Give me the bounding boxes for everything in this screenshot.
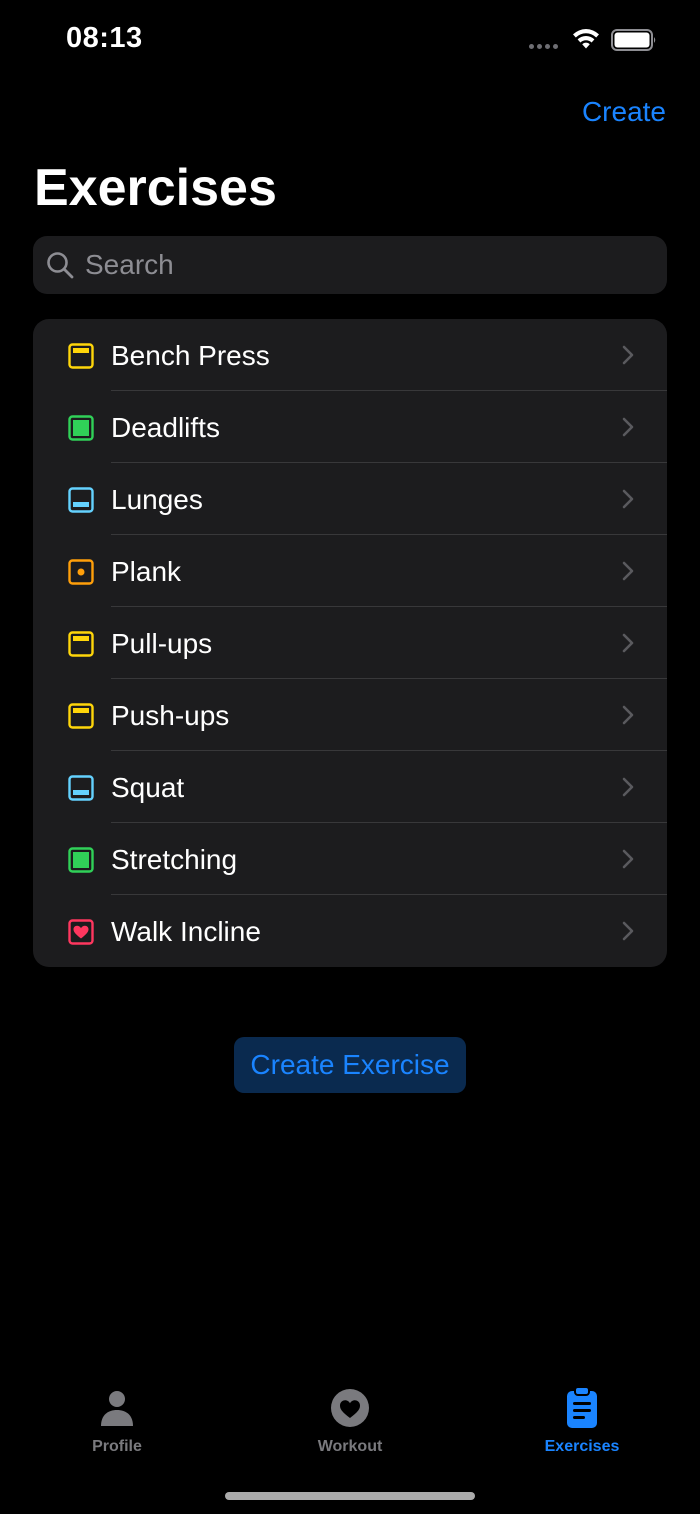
exercise-label: Push-ups	[111, 700, 230, 731]
wifi-icon	[573, 29, 599, 49]
chevron-right-icon	[622, 633, 634, 653]
signal-dots-icon	[529, 44, 558, 49]
green-filled-square-icon	[68, 415, 94, 441]
exercise-list: Bench Press Deadlifts Lunges Plank Pull-…	[33, 319, 667, 967]
tab-label: Exercises	[544, 1438, 620, 1455]
exercise-label: Lunges	[111, 484, 203, 515]
yellow-top-bar-square-icon	[68, 703, 94, 729]
page-title: Exercises	[34, 159, 277, 217]
exercise-label: Squat	[111, 772, 185, 803]
chevron-right-icon	[622, 561, 634, 581]
exercise-row-stretching[interactable]: Stretching	[33, 823, 667, 895]
exercise-row-plank[interactable]: Plank	[33, 535, 667, 607]
exercise-row-walk-incline[interactable]: Walk Incline	[33, 895, 667, 967]
exercise-label: Stretching	[111, 844, 238, 875]
chevron-right-icon	[622, 705, 634, 725]
tab-bar: Profile Workout Exercises	[0, 1370, 700, 1470]
search-bar[interactable]	[33, 236, 667, 294]
search-input[interactable]	[85, 249, 667, 281]
home-indicator	[225, 1492, 475, 1500]
exercise-row-lunges[interactable]: Lunges	[33, 463, 667, 535]
battery-icon	[611, 29, 656, 51]
yellow-top-bar-square-icon	[68, 631, 94, 657]
chevron-right-icon	[622, 345, 634, 365]
exercise-row-squat[interactable]: Squat	[33, 751, 667, 823]
orange-dot-square-icon	[68, 559, 94, 585]
exercise-label: Pull-ups	[111, 628, 213, 659]
tab-workout[interactable]: Workout	[270, 1386, 430, 1466]
status-bar: 08:13	[0, 0, 700, 80]
exercise-row-push-ups[interactable]: Push-ups	[33, 679, 667, 751]
exercise-row-deadlifts[interactable]: Deadlifts	[33, 391, 667, 463]
yellow-top-bar-square-icon	[68, 343, 94, 369]
green-filled-square-icon	[68, 847, 94, 873]
chevron-right-icon	[622, 489, 634, 509]
heart-circle-icon	[331, 1389, 369, 1427]
tab-label: Workout	[317, 1438, 383, 1455]
clipboard-icon	[567, 1386, 597, 1428]
status-time: 08:13	[66, 22, 143, 54]
exercise-label: Bench Press	[111, 340, 270, 371]
blue-bottom-bar-square-icon	[68, 487, 94, 513]
blue-bottom-bar-square-icon	[68, 775, 94, 801]
exercise-label: Deadlifts	[111, 412, 220, 443]
person-icon	[101, 1391, 133, 1426]
search-icon	[47, 252, 74, 279]
exercise-label: Walk Incline	[111, 916, 261, 947]
exercise-label: Plank	[111, 556, 182, 587]
create-exercise-button[interactable]: Create Exercise	[234, 1037, 466, 1093]
exercise-row-bench-press[interactable]: Bench Press	[33, 319, 667, 391]
pink-heart-square-icon	[68, 919, 94, 945]
exercise-row-pull-ups[interactable]: Pull-ups	[33, 607, 667, 679]
tab-profile[interactable]: Profile	[37, 1386, 197, 1466]
tab-exercises[interactable]: Exercises	[502, 1386, 662, 1466]
create-button[interactable]: Create	[582, 96, 666, 128]
chevron-right-icon	[622, 417, 634, 437]
chevron-right-icon	[622, 849, 634, 869]
chevron-right-icon	[622, 777, 634, 797]
chevron-right-icon	[622, 921, 634, 941]
tab-label: Profile	[92, 1438, 142, 1455]
